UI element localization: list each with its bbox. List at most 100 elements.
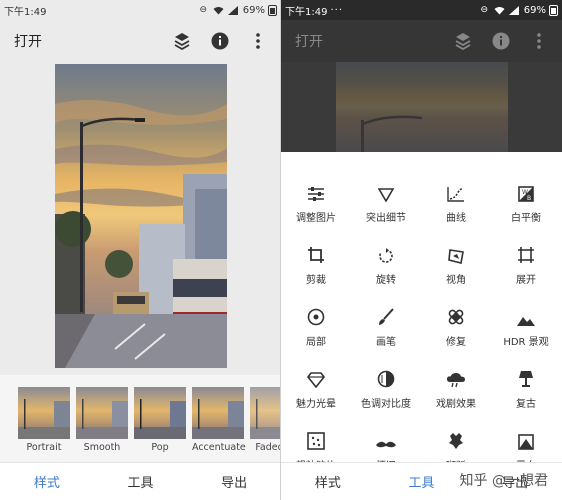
- filter-label: Faded Gl: [255, 442, 281, 453]
- wifi-icon: [213, 5, 224, 15]
- tool-hdr-scape[interactable]: HDR 景观: [491, 298, 561, 360]
- tab-styles[interactable]: 样式: [0, 472, 94, 491]
- tab-tools[interactable]: 工具: [94, 472, 188, 491]
- open-button[interactable]: 打开: [295, 31, 323, 51]
- status-more: ···: [330, 4, 344, 16]
- tool-drama[interactable]: 戏剧效果: [421, 360, 491, 422]
- filter-label: Portrait: [26, 442, 62, 453]
- tool-label: 白平衡: [511, 213, 541, 224]
- layers-icon[interactable]: [173, 32, 191, 50]
- tool-label: 画笔: [376, 337, 396, 348]
- battery-percent: 69%: [523, 4, 546, 16]
- tool-label: HDR 景观: [503, 337, 549, 348]
- filter-label: Accentuate: [192, 442, 246, 453]
- top-bar: 打开: [0, 20, 281, 62]
- tool-label: 修复: [446, 337, 466, 348]
- tool-label: 色调对比度: [361, 399, 411, 410]
- tool-label: 局部: [306, 337, 326, 348]
- tool-label: 旋转: [376, 275, 396, 286]
- tool-label: 复古: [516, 399, 536, 410]
- tool-white-balance[interactable]: WB 白平衡: [491, 174, 561, 236]
- retrolux-icon: [351, 422, 421, 450]
- rotate-icon: [351, 236, 421, 264]
- curves-icon: [421, 174, 491, 202]
- watermark-text: 知乎 @一想君: [459, 473, 548, 489]
- filter-thumbnail: [250, 387, 281, 439]
- tools-screen: 下午1:49 ··· ⊖ 69% 打开 调整图片 突出细节 曲线 W B 白平衡…: [281, 0, 562, 500]
- tool-tune-image[interactable]: 调整图片: [281, 174, 351, 236]
- tool-label: 视角: [446, 275, 466, 286]
- black-white-icon: [491, 422, 561, 450]
- bottom-nav: 样式 工具 导出: [0, 462, 281, 500]
- info-icon[interactable]: [211, 32, 229, 50]
- filter-portrait[interactable]: Portrait: [18, 387, 70, 463]
- tab-tools[interactable]: 工具: [375, 472, 469, 491]
- grunge-icon: [421, 422, 491, 450]
- filter-thumbnail: [18, 387, 70, 439]
- filter-thumbnail: [134, 387, 186, 439]
- tool-brush[interactable]: 画笔: [351, 298, 421, 360]
- tool-details[interactable]: 突出细节: [351, 174, 421, 236]
- tool-curves[interactable]: 曲线: [421, 174, 491, 236]
- more-menu-icon[interactable]: [249, 32, 267, 50]
- tool-glamour-glow[interactable]: 魅力光晕: [281, 360, 351, 422]
- svg-text:B: B: [527, 195, 531, 202]
- filter-label: Pop: [151, 442, 169, 453]
- do-not-disturb-icon: ⊖: [199, 5, 208, 15]
- hdr-icon: [491, 298, 561, 326]
- tool-label: 剪裁: [306, 275, 326, 286]
- tool-label: 调整图片: [296, 213, 336, 224]
- tab-styles[interactable]: 样式: [281, 472, 375, 491]
- status-time: 下午1:49: [285, 6, 328, 18]
- layers-icon[interactable]: [454, 32, 472, 50]
- filter-accentuate[interactable]: Accentuate: [192, 387, 246, 463]
- brush-icon: [351, 298, 421, 326]
- info-icon[interactable]: [492, 32, 510, 50]
- wifi-icon: [494, 5, 505, 15]
- filter-smooth[interactable]: Smooth: [76, 387, 128, 463]
- tool-tonal-contrast[interactable]: 色调对比度: [351, 360, 421, 422]
- filter-strip: Portrait Smooth Pop Accentuate Faded Gl: [0, 375, 281, 463]
- open-button[interactable]: 打开: [14, 31, 42, 51]
- tools-grid: 调整图片 突出细节 曲线 WB 白平衡 剪裁 旋转 视角 展开 局部 画笔 修复…: [281, 152, 562, 472]
- filter-thumbnail: [192, 387, 244, 439]
- do-not-disturb-icon: ⊖: [480, 5, 489, 15]
- tab-export[interactable]: 导出: [187, 472, 281, 491]
- battery-percent: 69%: [242, 4, 265, 16]
- tool-expand[interactable]: 展开: [491, 236, 561, 298]
- glamour-glow-icon: [281, 360, 351, 388]
- drama-icon: [421, 360, 491, 388]
- photo: [54, 64, 227, 368]
- tool-healing[interactable]: 修复: [421, 298, 491, 360]
- filter-thumbnail: [76, 387, 128, 439]
- expand-icon: [491, 236, 561, 264]
- tool-label: 魅力光晕: [296, 399, 336, 410]
- tool-perspective[interactable]: 视角: [421, 236, 491, 298]
- status-bar: 下午1:49 ··· ⊖ 69%: [281, 0, 562, 20]
- more-menu-icon[interactable]: [530, 32, 548, 50]
- top-bar: 打开: [281, 20, 562, 62]
- crop-icon: [281, 236, 351, 264]
- signal-icon: [509, 5, 520, 15]
- grainy-film-icon: [281, 422, 351, 450]
- tool-vintage[interactable]: 复古: [491, 360, 561, 422]
- filter-faded-glow[interactable]: Faded Gl: [250, 387, 281, 463]
- battery-icon: [549, 4, 558, 16]
- tool-crop[interactable]: 剪裁: [281, 236, 351, 298]
- filter-pop[interactable]: Pop: [134, 387, 186, 463]
- tool-label: 曲线: [446, 213, 466, 224]
- watermark: 知乎 @一想君: [460, 470, 548, 490]
- tune-icon: [281, 174, 351, 202]
- details-icon: [351, 174, 421, 202]
- tool-label: 突出细节: [366, 213, 406, 224]
- tool-rotate[interactable]: 旋转: [351, 236, 421, 298]
- status-bar: 下午1:49 ⊖ 69%: [0, 0, 281, 20]
- filter-label: Smooth: [83, 442, 121, 453]
- status-time: 下午1:49: [4, 6, 47, 18]
- tool-label: 戏剧效果: [436, 399, 476, 410]
- vintage-icon: [491, 360, 561, 388]
- tool-selective[interactable]: 局部: [281, 298, 351, 360]
- tonal-contrast-icon: [351, 360, 421, 388]
- dimmed-photo: [336, 62, 508, 152]
- photo-canvas: [0, 62, 281, 375]
